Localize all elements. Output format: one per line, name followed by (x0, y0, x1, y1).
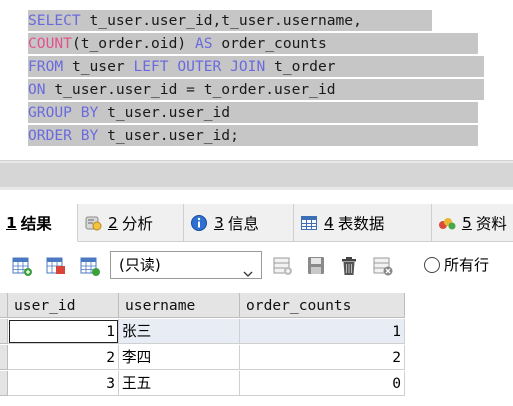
tab-profiler-label: 分析 (121, 215, 153, 233)
insert-row-icon[interactable] (272, 255, 294, 277)
cell-order-counts[interactable]: 1 (240, 319, 405, 344)
sql-keyword: GROUP BY (28, 104, 99, 121)
cell-user-id[interactable]: 3 (8, 371, 119, 396)
sql-text: t_user.user_id (98, 104, 231, 121)
column-header-order-counts[interactable]: order_counts (240, 293, 405, 318)
tab-table-data[interactable]: 4 表数据 (294, 204, 432, 242)
discard-changes-icon[interactable] (372, 255, 394, 277)
tab-results-number: 1 (6, 213, 17, 232)
cell-user-id[interactable]: 2 (8, 345, 119, 370)
sql-text: t_user (63, 58, 134, 75)
pane-splitter[interactable] (0, 160, 513, 190)
sql-line-4: ON t_user.user_id = t_order.user_id (28, 79, 484, 100)
sql-text: t_user.user_id,t_user.username, (80, 12, 362, 29)
cell-username[interactable]: 张三 (119, 319, 240, 344)
row-header[interactable] (0, 345, 8, 370)
tab-results[interactable]: 1 结果 (0, 204, 78, 242)
result-tabs: 1 结果 2 分析 3 信息 4 表数据 5 资料 (0, 204, 513, 242)
grid-corner (0, 293, 8, 318)
sql-line-5: GROUP BY t_user.user_id (28, 102, 478, 123)
tab-table-data-label: 表数据 (337, 215, 385, 233)
info-icon (190, 214, 208, 232)
tab-history-number: 5 (462, 214, 472, 232)
read-mode-value: (只读) (119, 256, 161, 274)
sql-line-3: FROM t_user LEFT OUTER JOIN t_order (28, 56, 484, 77)
cell-order-counts[interactable]: 0 (240, 371, 405, 396)
read-mode-select[interactable]: (只读) (110, 251, 262, 279)
sql-text: t_user.user_id = t_order.user_id (45, 81, 336, 98)
table-data-icon (300, 214, 318, 232)
all-rows-label: 所有行 (444, 256, 490, 274)
sql-keyword: LEFT OUTER JOIN (133, 58, 266, 75)
sql-text: t_order (265, 58, 336, 75)
delete-icon[interactable] (338, 255, 360, 277)
tab-info-number: 3 (214, 214, 224, 232)
tab-history-label: 资料 (475, 215, 507, 233)
tab-info-label: 信息 (227, 215, 259, 233)
sql-keyword: FROM (28, 58, 64, 75)
copy-table-icon[interactable] (45, 255, 67, 277)
splitter-grip[interactable] (0, 163, 513, 187)
tab-results-label: 结果 (20, 214, 52, 233)
cell-order-counts[interactable]: 2 (240, 345, 405, 370)
sql-line-2: COUNT(t_order.oid) AS order_counts (28, 33, 478, 54)
sql-text: order_counts (212, 35, 327, 52)
sql-line-1: SELECT t_user.user_id,t_user.username, (28, 10, 432, 31)
row-header[interactable] (0, 319, 8, 344)
save-icon[interactable] (305, 255, 327, 277)
row-header[interactable] (0, 371, 8, 396)
column-header-username[interactable]: username (119, 293, 240, 318)
export-icon[interactable] (11, 255, 33, 277)
column-header-user-id[interactable]: user_id (8, 293, 119, 318)
profiler-icon (84, 214, 102, 232)
chevron-down-icon (243, 261, 253, 277)
sql-function: COUNT (28, 35, 72, 52)
cell-username[interactable]: 王五 (119, 371, 240, 396)
all-rows-option[interactable]: 所有行 (424, 254, 489, 275)
sql-keyword: SELECT (28, 12, 81, 29)
all-rows-radio[interactable] (424, 256, 440, 273)
tab-info[interactable]: 3 信息 (184, 204, 294, 242)
sql-text: (t_order.oid) (71, 35, 195, 52)
tab-profiler-number: 2 (108, 214, 118, 232)
results-grid: user_id username order_counts 1 张三 1 2 李… (0, 293, 513, 406)
cell-username[interactable]: 李四 (119, 345, 240, 370)
sql-text: t_user.user_id; (98, 127, 239, 144)
sql-line-6: ORDER BY t_user.user_id; (28, 125, 478, 146)
cell-user-id[interactable]: 1 (8, 319, 119, 344)
tab-profiler[interactable]: 2 分析 (78, 204, 184, 242)
sql-keyword: ON (28, 81, 46, 98)
sql-editor[interactable]: SELECT t_user.user_id,t_user.username, C… (0, 0, 513, 160)
view-table-icon[interactable] (79, 255, 101, 277)
tab-history[interactable]: 5 资料 (432, 204, 513, 242)
sql-keyword: ORDER BY (28, 127, 99, 144)
tab-table-data-number: 4 (324, 214, 334, 232)
sql-keyword: AS (194, 35, 213, 52)
history-icon (438, 214, 456, 232)
